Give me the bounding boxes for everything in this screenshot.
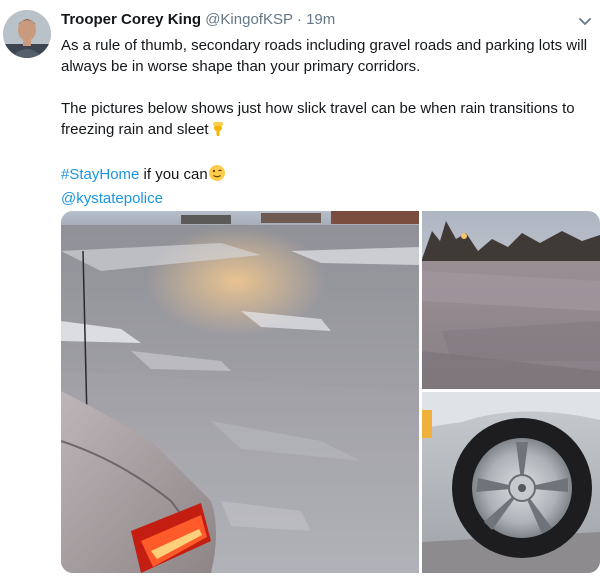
author-handle[interactable]: @KingofKSP (205, 11, 293, 28)
car-wheel-photo[interactable] (422, 392, 600, 573)
tweet-header: Trooper Corey King @KingofKSP · 19m (61, 11, 335, 28)
tweet-text-paragraph-4: @kystatepolice (61, 188, 591, 209)
tweet-text: As a rule of thumb, secondary roads incl… (61, 35, 591, 209)
timestamp[interactable]: 19m (306, 11, 335, 28)
media-grid (61, 211, 600, 573)
icy-lot-trees-photo[interactable] (422, 211, 600, 389)
icy-parking-lot-car-photo[interactable] (61, 211, 419, 573)
tweet: Trooper Corey King @KingofKSP · 19m As a… (0, 0, 600, 585)
hashtag-suffix: if you can (139, 166, 208, 183)
hashtag-link[interactable]: #StayHome (61, 166, 139, 183)
tweet-text-paragraph-3: #StayHome if you can (61, 164, 591, 188)
tweet-text-line-2: The pictures below shows just how slick … (61, 100, 575, 138)
tweet-text-paragraph-1: As a rule of thumb, secondary roads incl… (61, 37, 588, 75)
caret-down-icon[interactable] (578, 14, 592, 26)
winking-face-emoji (208, 164, 226, 188)
separator-dot: · (296, 11, 302, 28)
mention-link[interactable]: @kystatepolice (61, 190, 163, 207)
author-name[interactable]: Trooper Corey King (61, 11, 201, 28)
pointing-down-emoji (209, 119, 227, 143)
tweet-text-paragraph-2: The pictures below shows just how slick … (61, 98, 591, 143)
avatar[interactable] (3, 10, 51, 58)
